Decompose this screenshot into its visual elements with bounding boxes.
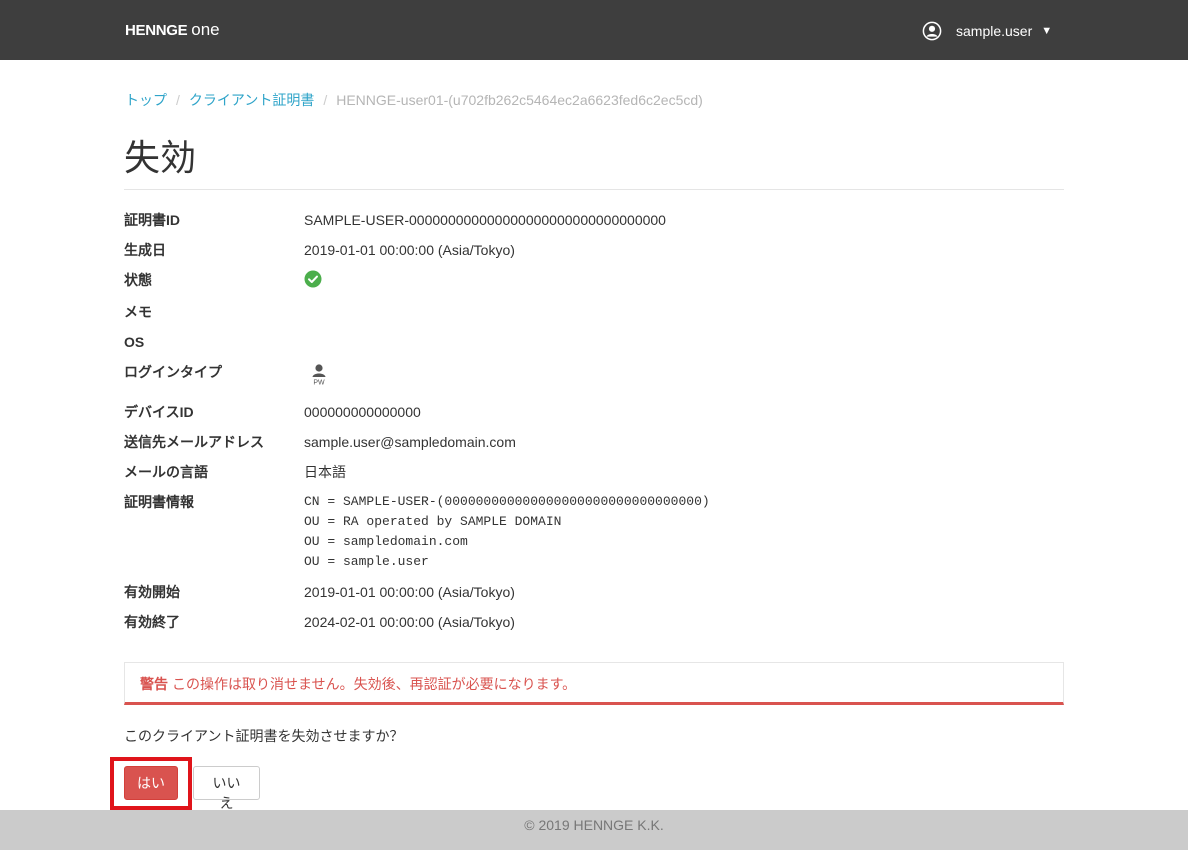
detail-value: PW (304, 362, 330, 393)
detail-value: SAMPLE-USER-0000000000000000000000000000… (304, 212, 666, 228)
breadcrumb: トップ / クライアント証明書 / HENNGE-user01-(u702fb262c5… (125, 90, 703, 110)
detail-value-cert-info: CN = SAMPLE-USER-(0000000000000000000000… (304, 492, 710, 572)
detail-label: 有効開始 (124, 584, 180, 600)
detail-label: 証明書情報 (124, 494, 194, 510)
detail-label: 生成日 (124, 242, 166, 258)
detail-value: 2019-01-01 00:00:00 (Asia/Tokyo) (304, 242, 515, 258)
detail-value: 2024-02-01 00:00:00 (Asia/Tokyo) (304, 614, 515, 630)
title-divider (124, 189, 1064, 190)
detail-label: 状態 (124, 272, 152, 288)
detail-label: 証明書ID (124, 212, 180, 228)
no-button[interactable]: いいえ (193, 766, 260, 811)
detail-label: メモ (124, 304, 152, 320)
breadcrumb-client-cert-link[interactable]: クライアント証明書 (189, 92, 314, 108)
detail-value: 2019-01-01 00:00:00 (Asia/Tokyo) (304, 584, 515, 600)
detail-label: 有効終了 (124, 614, 180, 630)
revoke-confirm-question: このクライアント証明書を失効させますか？ (124, 728, 404, 744)
detail-value: 日本語 (304, 464, 346, 480)
detail-value (304, 268, 322, 288)
footer: © 2019 HENNGE K.K. (0, 810, 1188, 850)
detail-value: 000000000000000 (304, 404, 421, 420)
breadcrumb-separator: / (176, 92, 180, 108)
breadcrumb-current: HENNGE-user01-(u702fb262c5464ec2a6623fed… (336, 92, 703, 108)
detail-label: メールの言語 (124, 464, 208, 480)
password-login-icon: PW (306, 362, 332, 388)
cert-info-line: OU = RA operated by SAMPLE DOMAIN (304, 514, 562, 529)
warning-label: 警告 (140, 676, 168, 692)
detail-label: OS (124, 334, 145, 350)
caret-down-icon[interactable]: ▼ (1041, 25, 1052, 37)
henngeone-logo[interactable]: HENNGE one (125, 20, 220, 41)
check-circle-icon (304, 270, 322, 288)
pw-text: PW (313, 380, 325, 387)
breadcrumb-separator: / (323, 92, 328, 108)
yes-button[interactable]: はい (124, 766, 178, 800)
username-label[interactable]: sample.user (956, 23, 1032, 39)
cert-info-line: CN = SAMPLE-USER-(0000000000000000000000… (304, 494, 710, 509)
detail-label: 送信先メールアドレス (124, 434, 264, 450)
cert-info-line: OU = sample.user (304, 554, 429, 569)
copyright-text: © 2019 HENNGE K.K. (524, 817, 664, 833)
top-navbar: HENNGE one sample.user ▼ (0, 0, 1188, 60)
breadcrumb-top-link[interactable]: トップ (125, 92, 167, 108)
detail-value: sample.user@sampledomain.com (304, 434, 516, 450)
warning-message: この操作は取り消せません。失効後、再認証が必要になります。 (172, 676, 577, 692)
detail-label: デバイスID (124, 404, 194, 420)
warning-alert: 警告 この操作は取り消せません。失効後、再認証が必要になります。 (124, 662, 1064, 705)
page-title: 失効 (124, 137, 197, 178)
cert-info-line: OU = sampledomain.com (304, 534, 468, 549)
user-menu[interactable]: sample.user ▼ (922, 20, 1052, 42)
user-avatar-icon (922, 21, 942, 41)
detail-label: ログインタイプ (124, 364, 222, 380)
